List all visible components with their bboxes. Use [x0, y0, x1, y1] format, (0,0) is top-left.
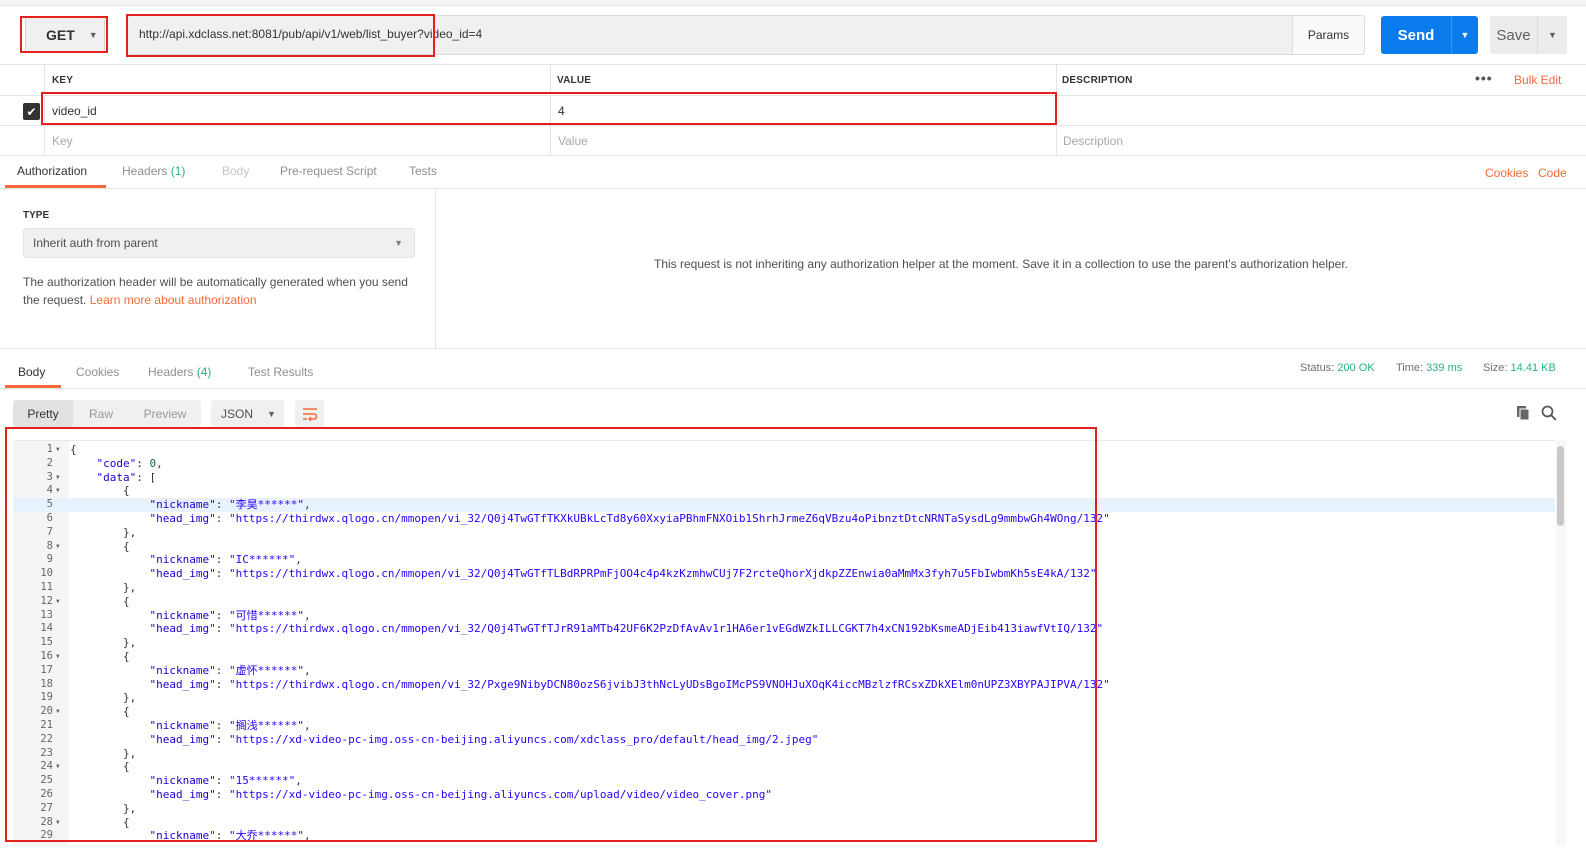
- key-placeholder[interactable]: Key: [52, 134, 73, 148]
- params-button[interactable]: Params: [1292, 15, 1365, 55]
- annotation-box-method: [20, 16, 108, 53]
- value-column-header: VALUE: [557, 75, 592, 86]
- tab-headers-label: Headers: [122, 164, 168, 178]
- auth-message: This request is not inheriting any autho…: [653, 257, 1349, 271]
- response-time: Time: 339 ms: [1396, 362, 1462, 374]
- key-column-header: KEY: [52, 75, 74, 86]
- response-size: Size: 14.41 KB: [1483, 362, 1556, 374]
- divider: [0, 64, 1586, 65]
- auth-type-label: TYPE: [23, 210, 50, 221]
- chevron-down-icon: ▼: [394, 238, 403, 248]
- pretty-button[interactable]: Pretty: [13, 400, 73, 427]
- divider: [0, 188, 1586, 189]
- tab-strip: [0, 0, 1586, 6]
- description-placeholder[interactable]: Description: [1063, 134, 1123, 148]
- param-enabled-checkbox[interactable]: ✔: [23, 103, 40, 120]
- value-placeholder[interactable]: Value: [558, 134, 588, 148]
- auth-type-select[interactable]: Inherit auth from parent ▼: [23, 228, 415, 258]
- search-icon[interactable]: [1541, 405, 1557, 424]
- divider: [0, 348, 1586, 349]
- auth-type-value: Inherit auth from parent: [33, 236, 158, 250]
- divider: [0, 155, 1586, 156]
- send-button[interactable]: Send: [1381, 16, 1451, 54]
- status-label: Status:: [1300, 362, 1335, 374]
- tab-test-results[interactable]: Test Results: [248, 365, 313, 379]
- tab-prerequest-script[interactable]: Pre-request Script: [280, 164, 377, 178]
- annotation-box-response: [5, 427, 1097, 842]
- checkmark-icon: ✔: [26, 104, 37, 119]
- description-column-header: DESCRIPTION: [1062, 75, 1133, 86]
- save-button[interactable]: Save: [1490, 16, 1537, 54]
- more-options-icon[interactable]: •••: [1475, 70, 1493, 86]
- tab-response-headers-label: Headers: [148, 365, 194, 379]
- tab-headers[interactable]: Headers (1): [122, 164, 185, 178]
- divider: [0, 388, 1586, 389]
- auth-help-text: The authorization header will be automat…: [23, 273, 415, 309]
- tab-headers-count: (1): [170, 164, 186, 178]
- bulk-edit-link[interactable]: Bulk Edit: [1514, 73, 1561, 87]
- tab-response-headers-count: (4): [196, 365, 212, 379]
- copy-icon[interactable]: [1515, 405, 1531, 424]
- tab-body[interactable]: Body: [222, 164, 249, 178]
- time-value[interactable]: 339 ms: [1426, 362, 1462, 374]
- code-link[interactable]: Code: [1538, 166, 1567, 180]
- raw-button[interactable]: Raw: [73, 400, 129, 427]
- tab-tests[interactable]: Tests: [409, 164, 437, 178]
- tab-response-cookies[interactable]: Cookies: [76, 365, 119, 379]
- scrollbar-thumb[interactable]: [1557, 446, 1564, 526]
- tab-response-body[interactable]: Body: [18, 365, 45, 379]
- annotation-box-url: [126, 14, 435, 57]
- learn-more-link[interactable]: Learn more about authorization: [90, 293, 257, 307]
- annotation-box-param: [41, 92, 1057, 125]
- cookies-link[interactable]: Cookies: [1485, 166, 1528, 180]
- tab-authorization[interactable]: Authorization: [17, 164, 87, 178]
- preview-button[interactable]: Preview: [129, 400, 201, 427]
- wrap-lines-icon[interactable]: [295, 400, 324, 427]
- divider: [0, 125, 1586, 126]
- status-value[interactable]: 200 OK: [1337, 362, 1374, 374]
- chevron-down-icon: ▼: [267, 408, 276, 419]
- save-dropdown-icon[interactable]: ▼: [1537, 16, 1567, 54]
- time-label: Time:: [1396, 362, 1424, 374]
- size-label: Size:: [1483, 362, 1508, 374]
- size-value[interactable]: 14.41 KB: [1511, 362, 1556, 374]
- format-type-value: JSON: [221, 406, 254, 421]
- send-dropdown-icon[interactable]: ▼: [1451, 16, 1478, 54]
- format-type-select[interactable]: JSON ▼: [211, 400, 284, 427]
- response-status: Status: 200 OK: [1300, 362, 1375, 374]
- tab-response-headers[interactable]: Headers (4): [148, 365, 211, 379]
